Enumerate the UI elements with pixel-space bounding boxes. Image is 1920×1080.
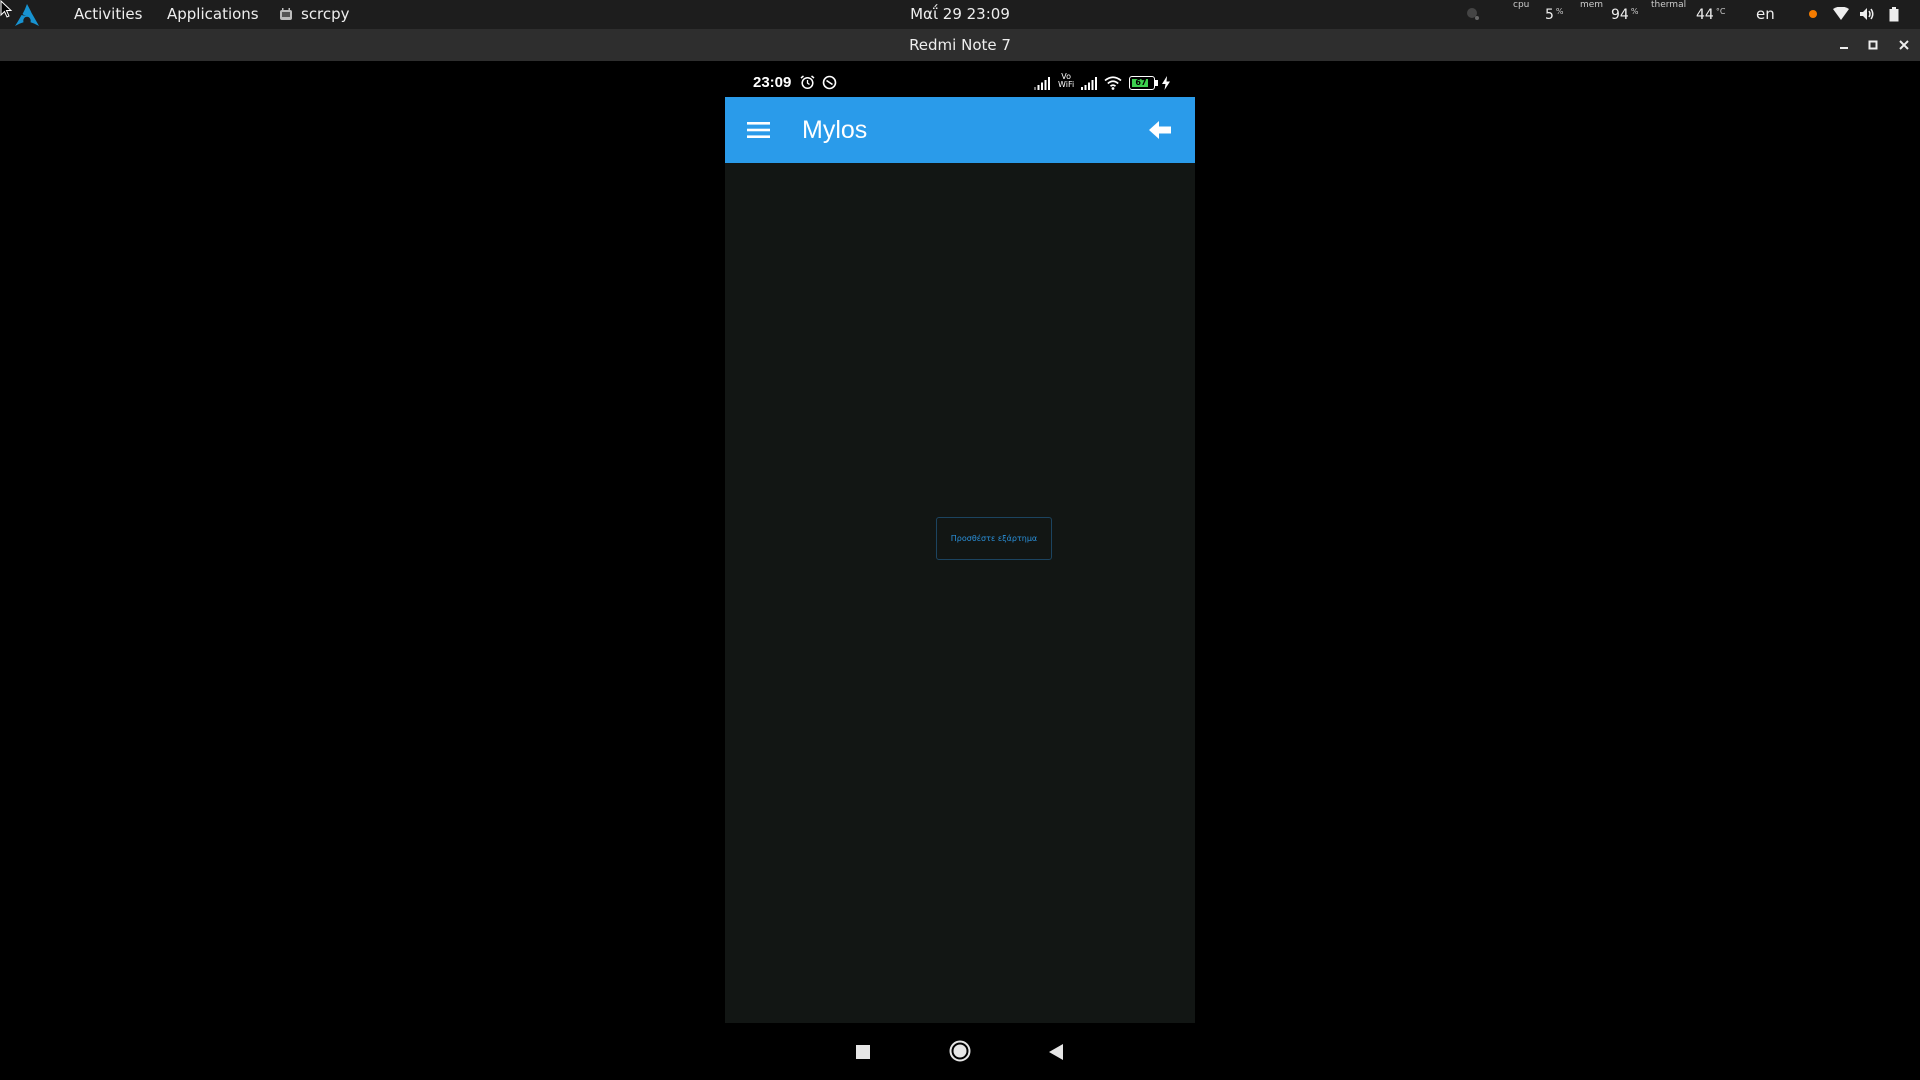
cpu-unit: % (1555, 7, 1564, 16)
privacy-indicator-icon (1467, 8, 1479, 20)
wifi-icon[interactable] (1833, 7, 1849, 21)
notification-dot-icon (1809, 10, 1817, 18)
charging-bolt-icon (1162, 76, 1170, 90)
alarm-icon (800, 75, 815, 90)
cpu-value: 5 (1545, 7, 1554, 23)
signal-strength-icon-2 (1081, 77, 1097, 90)
battery-icon[interactable] (1889, 7, 1899, 22)
cpu-label: cpu (1513, 0, 1530, 10)
phone-status-bar: 23:09 Vo WiFi 67 (725, 70, 1195, 97)
scrcpy-icon (280, 7, 292, 20)
clock-datetime[interactable]: Μαΐ 29 23:09 (910, 5, 1010, 23)
signal-strength-icon-1 (1034, 77, 1050, 90)
mem-label: mem (1580, 0, 1604, 10)
android-navigation-bar (725, 1023, 1195, 1080)
mem-value: 94 (1611, 7, 1629, 23)
vowifi-line2: WiFi (1058, 80, 1075, 89)
thermal-label: thermal (1651, 0, 1687, 10)
mouse-cursor-icon (0, 0, 13, 18)
maximize-icon[interactable] (1865, 37, 1881, 53)
hamburger-menu-icon[interactable] (747, 119, 771, 141)
phone-battery-icon: 67 (1129, 76, 1158, 90)
back-arrow-icon[interactable] (1149, 119, 1173, 141)
vowifi-indicator: Vo WiFi (1058, 73, 1074, 89)
battery-percent: 67 (1135, 78, 1147, 87)
thermal-value: 44 (1696, 7, 1714, 23)
applications-menu[interactable]: Applications (167, 0, 259, 29)
sync-icon (822, 75, 837, 90)
mem-unit: % (1630, 7, 1639, 16)
home-icon[interactable] (949, 1040, 971, 1062)
main-content: Προσθέστε εξάρτημα (725, 163, 1195, 1023)
recent-apps-icon[interactable] (856, 1045, 870, 1059)
app-bar: Mylos (725, 97, 1195, 163)
top-bar: Activities Applications scrcpy Μαΐ 29 23… (0, 0, 1920, 29)
add-component-button[interactable]: Προσθέστε εξάρτημα (936, 517, 1052, 560)
wifi-icon (1104, 76, 1122, 90)
app-menu-label: scrcpy (301, 5, 350, 23)
volume-icon[interactable] (1859, 7, 1875, 21)
keyboard-layout-indicator[interactable]: en (1756, 0, 1775, 29)
activities-button[interactable]: Activities (74, 0, 142, 29)
close-icon[interactable] (1896, 37, 1912, 53)
app-menu-scrcpy[interactable]: scrcpy (279, 0, 350, 29)
minimize-icon[interactable] (1836, 37, 1852, 53)
thermal-unit: °C (1715, 7, 1726, 16)
window-title: Redmi Note 7 (909, 36, 1011, 54)
arch-logo-icon[interactable] (14, 3, 40, 27)
back-triangle-icon[interactable] (1049, 1044, 1063, 1060)
window-titlebar[interactable]: Redmi Note 7 (0, 29, 1920, 61)
phone-time: 23:09 (753, 74, 792, 91)
app-title: Mylos (802, 116, 868, 144)
